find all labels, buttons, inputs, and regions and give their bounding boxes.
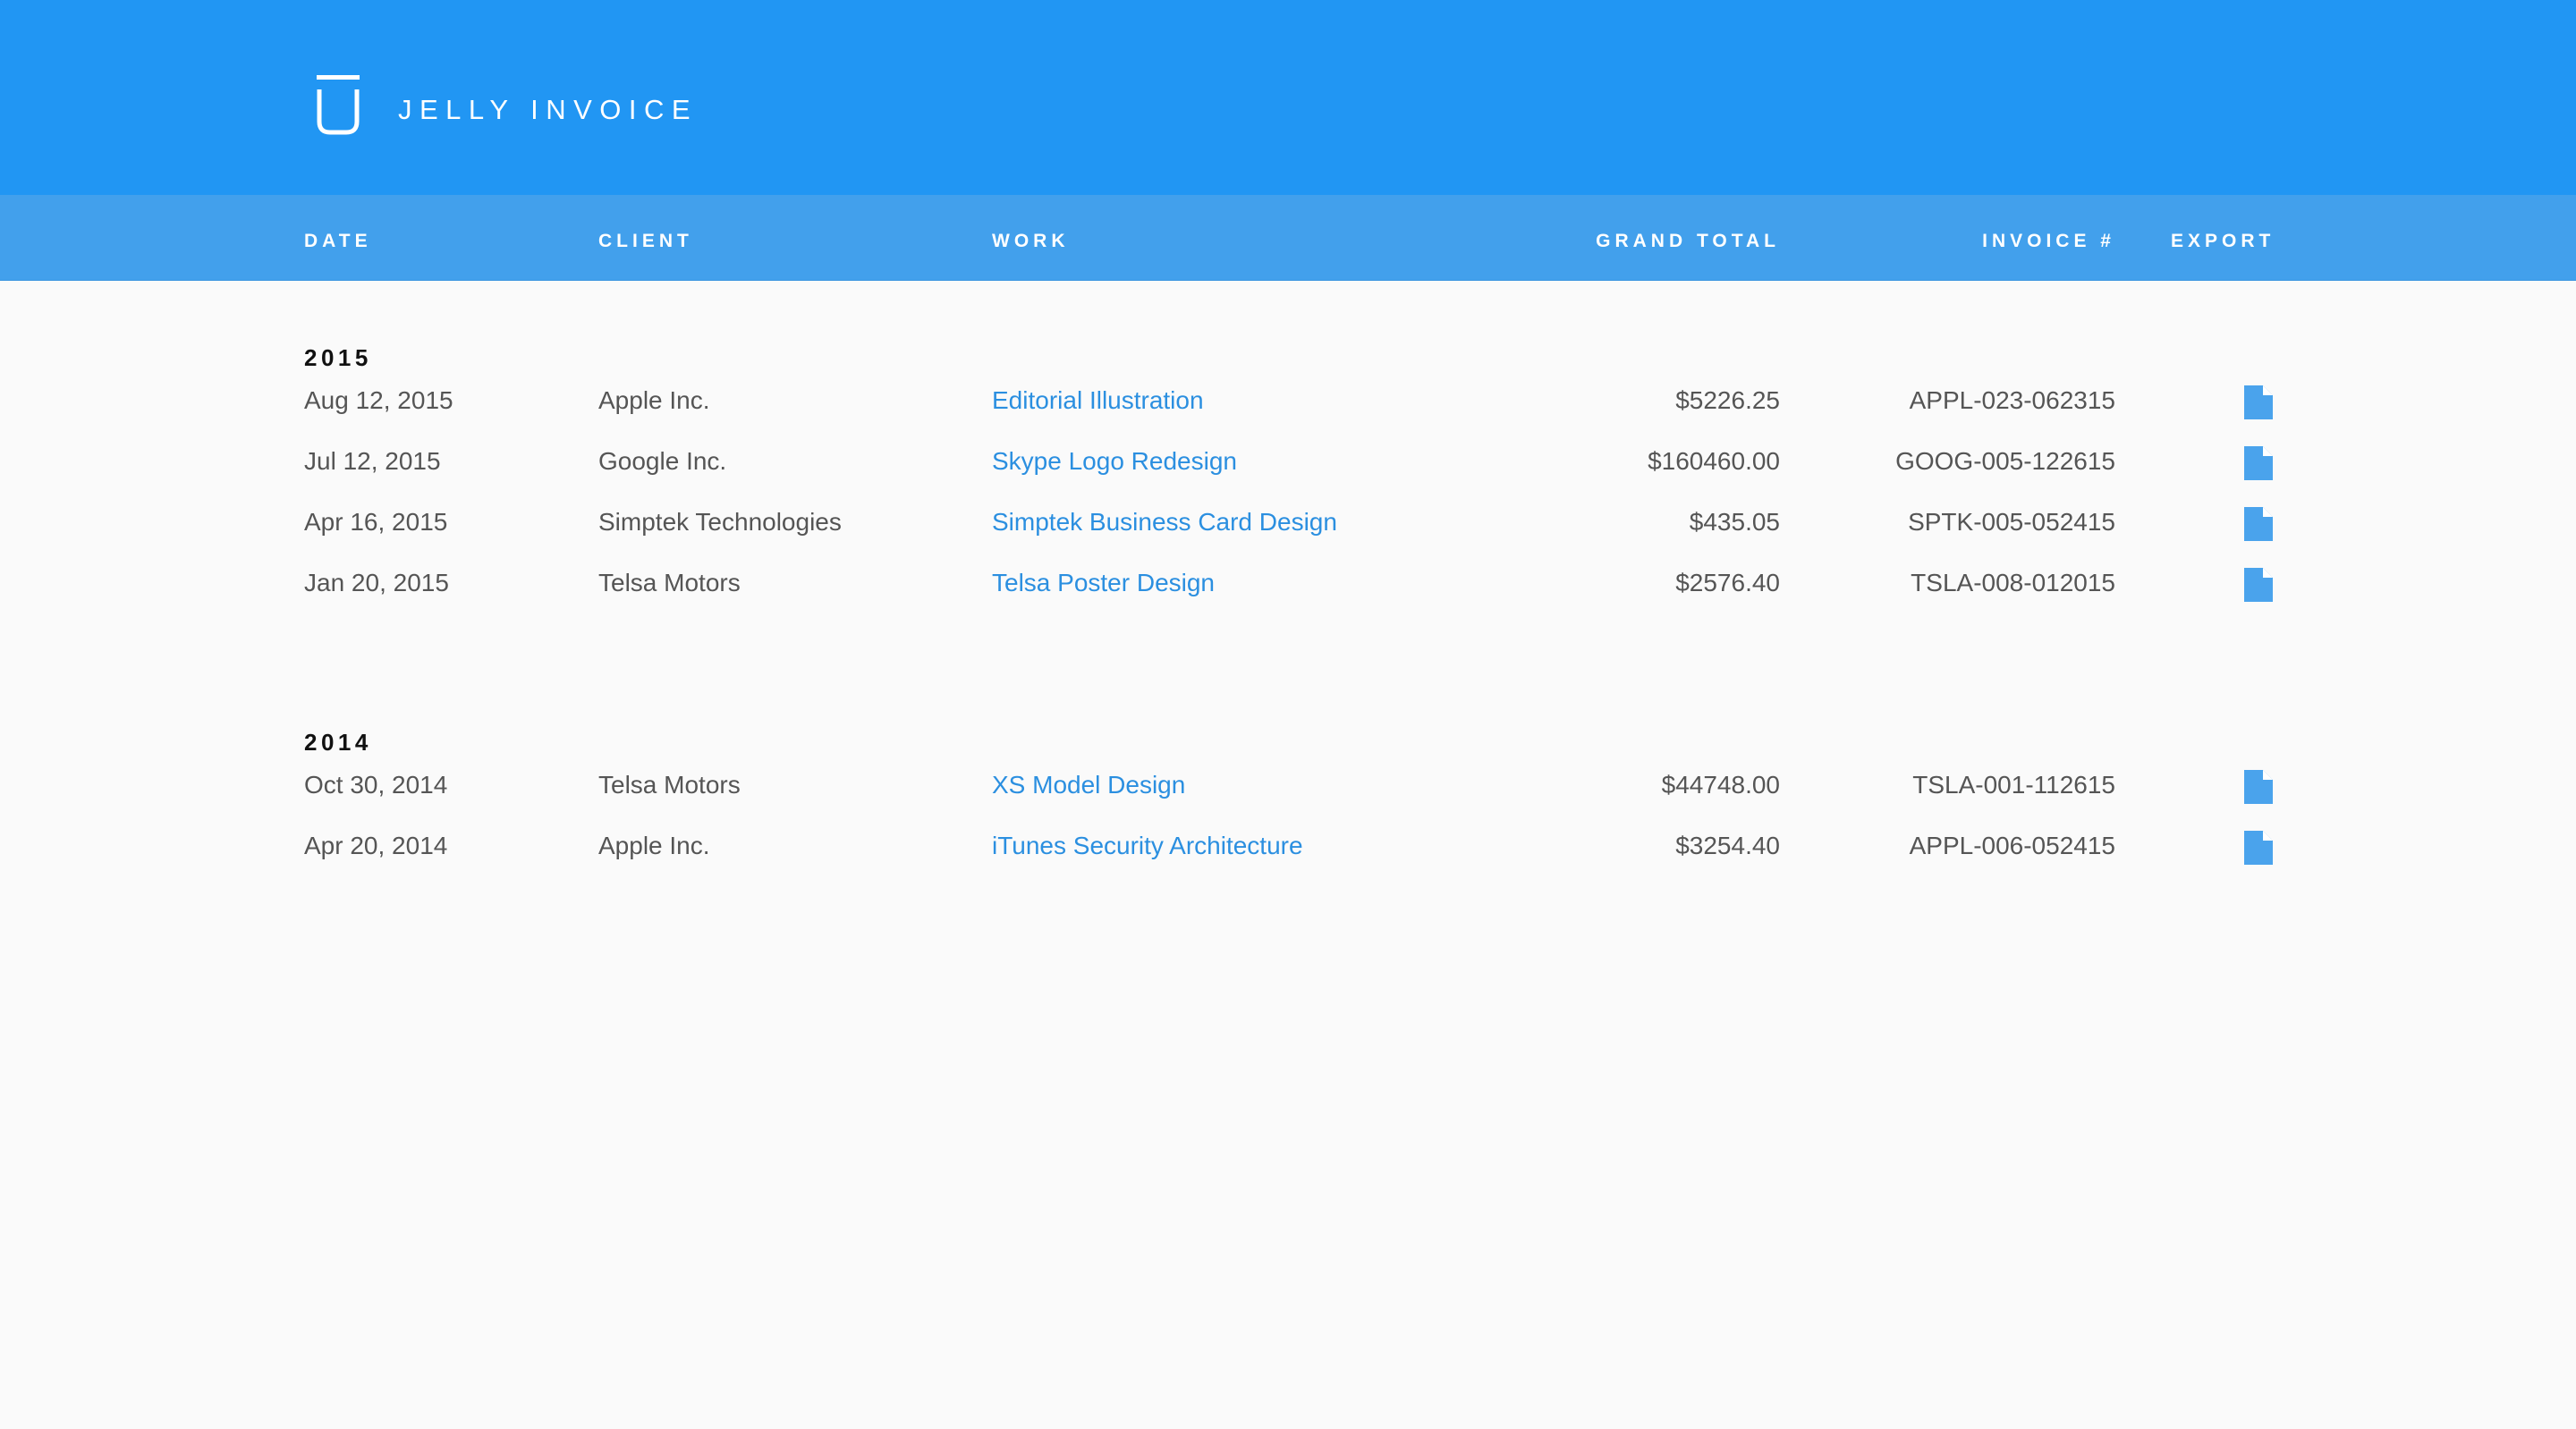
invoice-number: SPTK-005-052415 <box>1908 508 2115 536</box>
invoice-number: TSLA-008-012015 <box>1911 569 2115 596</box>
invoice-work-link[interactable]: Simptek Business Card Design <box>992 504 1337 540</box>
invoice-date: Apr 16, 2015 <box>304 508 448 536</box>
invoice-grand-total: $160460.00 <box>1648 447 1780 475</box>
jelly-glass-icon <box>317 75 360 135</box>
invoice-row: Aug 12, 2015 Apple Inc. Editorial Illust… <box>0 383 2576 444</box>
invoice-client: Telsa Motors <box>598 569 741 596</box>
invoice-work-link[interactable]: XS Model Design <box>992 767 1185 803</box>
invoice-row: Apr 20, 2014 Apple Inc. iTunes Security … <box>0 828 2576 889</box>
document-icon[interactable] <box>2244 385 2273 419</box>
column-header-date[interactable]: DATE <box>304 195 372 281</box>
invoice-date: Apr 20, 2014 <box>304 832 448 859</box>
column-header-invoice-number[interactable]: INVOICE # <box>1982 195 2115 281</box>
invoice-client: Apple Inc. <box>598 832 710 859</box>
column-header-work[interactable]: WORK <box>992 195 1070 281</box>
invoice-work-link[interactable]: Telsa Poster Design <box>992 565 1215 601</box>
invoice-client: Telsa Motors <box>598 771 741 799</box>
app-title[interactable]: JELLY INVOICE <box>398 92 698 128</box>
invoice-grand-total: $435.05 <box>1689 508 1780 536</box>
invoice-grand-total: $2576.40 <box>1675 569 1780 596</box>
invoice-client: Apple Inc. <box>598 386 710 414</box>
invoice-grand-total: $5226.25 <box>1675 386 1780 414</box>
invoice-number: APPL-023-062315 <box>1909 386 2115 414</box>
app-header: JELLY INVOICE <box>0 0 2576 195</box>
document-icon[interactable] <box>2244 770 2273 804</box>
invoice-date: Aug 12, 2015 <box>304 386 453 414</box>
document-icon[interactable] <box>2244 568 2273 602</box>
column-header-bar: DATE CLIENT WORK GRAND TOTAL INVOICE # E… <box>0 195 2576 281</box>
invoice-row: Oct 30, 2014 Telsa Motors XS Model Desig… <box>0 767 2576 828</box>
invoice-work-link[interactable]: Editorial Illustration <box>992 383 1204 419</box>
year-heading: 2015 <box>304 344 372 371</box>
invoice-row: Jul 12, 2015 Google Inc. Skype Logo Rede… <box>0 444 2576 504</box>
invoice-number: GOOG-005-122615 <box>1895 447 2115 475</box>
invoice-grand-total: $44748.00 <box>1661 771 1780 799</box>
column-header-client[interactable]: CLIENT <box>598 195 693 281</box>
invoice-date: Oct 30, 2014 <box>304 771 448 799</box>
document-icon[interactable] <box>2244 831 2273 865</box>
year-heading: 2014 <box>304 729 372 756</box>
document-icon[interactable] <box>2244 446 2273 480</box>
invoice-row: Jan 20, 2015 Telsa Motors Telsa Poster D… <box>0 565 2576 626</box>
invoice-client: Google Inc. <box>598 447 727 475</box>
column-header-export[interactable]: EXPORT <box>2171 195 2275 281</box>
invoice-row: Apr 16, 2015 Simptek Technologies Simpte… <box>0 504 2576 565</box>
invoice-number: APPL-006-052415 <box>1909 832 2115 859</box>
invoice-work-link[interactable]: Skype Logo Redesign <box>992 444 1237 479</box>
invoice-date: Jan 20, 2015 <box>304 569 449 596</box>
column-header-grand-total[interactable]: GRAND TOTAL <box>1596 195 1780 281</box>
invoice-grand-total: $3254.40 <box>1675 832 1780 859</box>
invoice-work-link[interactable]: iTunes Security Architecture <box>992 828 1303 864</box>
invoice-number: TSLA-001-112615 <box>1912 771 2115 799</box>
invoice-date: Jul 12, 2015 <box>304 447 441 475</box>
invoice-client: Simptek Technologies <box>598 508 842 536</box>
document-icon[interactable] <box>2244 507 2273 541</box>
